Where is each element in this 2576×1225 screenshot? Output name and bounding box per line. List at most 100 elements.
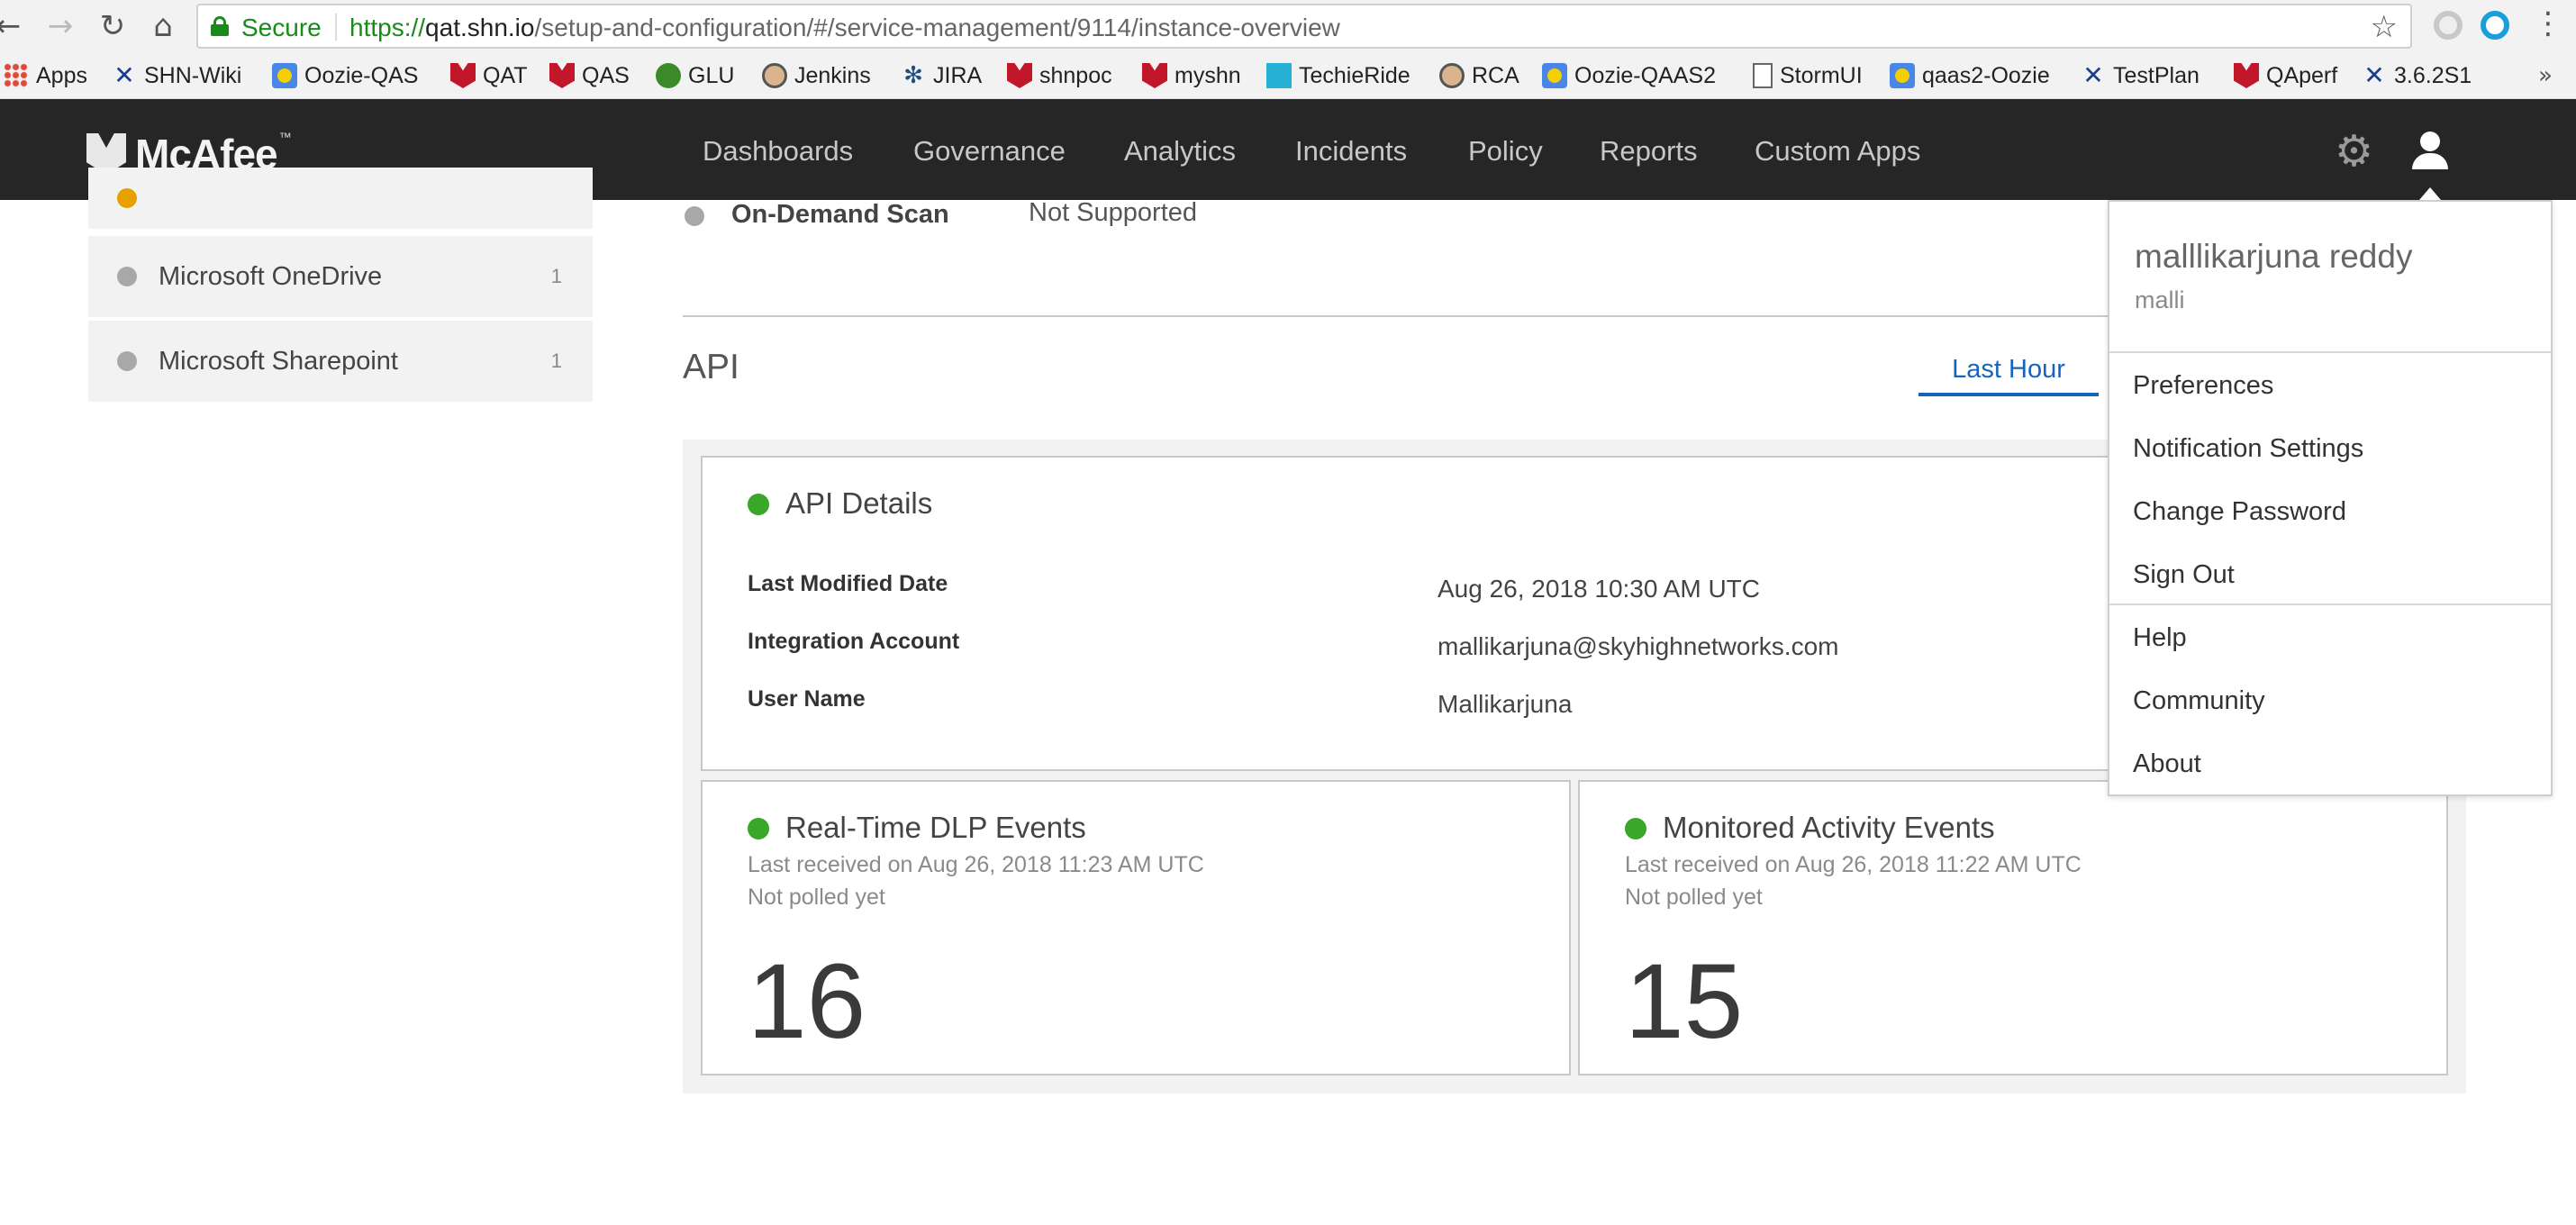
extension-blue-icon[interactable]: [2481, 11, 2509, 40]
bookmark-label: QAT: [483, 62, 528, 88]
nav-analytics[interactable]: Analytics: [1124, 135, 1236, 168]
mcafee-shield-icon: [1007, 63, 1032, 88]
forward-arrow-icon[interactable]: →: [40, 5, 81, 47]
status-dot-icon: [685, 206, 704, 226]
bookmark-rca[interactable]: RCA: [1439, 59, 1519, 92]
menu-change-password[interactable]: Change Password: [2133, 497, 2346, 527]
sidebar-item-onedrive[interactable]: Microsoft OneDrive 1: [88, 236, 593, 317]
url-text[interactable]: https://qat.shn.io/setup-and-configurati…: [349, 14, 1340, 42]
mcafee-shield-icon: [2234, 63, 2259, 88]
menu-sign-out[interactable]: Sign Out: [2133, 560, 2235, 590]
bookmark-label: TestPlan: [2113, 62, 2200, 88]
event-count: 15: [1625, 942, 1744, 1061]
more-bookmarks-icon[interactable]: »: [2538, 59, 2553, 92]
browser-toolbar: ← → ↻ ⌂ Secure https://qat.shn.io/setup-…: [0, 0, 2576, 52]
poll-status-text: Not polled yet: [1625, 885, 1763, 910]
bookmark-oozie-qas[interactable]: Oozie-QAS: [272, 59, 418, 92]
bookmark-oozie-qaas2[interactable]: Oozie-QAAS2: [1542, 59, 1716, 92]
sidebar-item-sharepoint[interactable]: Microsoft Sharepoint 1: [88, 321, 593, 402]
x-tool-icon: ✕: [113, 60, 135, 90]
bookmark-qaperf[interactable]: QAperf: [2234, 59, 2337, 92]
nav-custom-apps[interactable]: Custom Apps: [1755, 135, 1920, 168]
tab-last-hour[interactable]: Last Hour: [1918, 355, 2099, 396]
bookmark-label: qaas2-Oozie: [1922, 62, 2050, 88]
dlp-events-card: Real-Time DLP Events Last received on Au…: [701, 780, 1571, 1075]
bookmark-stormui[interactable]: StormUI: [1753, 59, 1863, 92]
status-dot-icon: [117, 188, 137, 208]
api-section-title: API: [683, 348, 739, 386]
document-icon: [1753, 63, 1773, 88]
browser-menu-icon[interactable]: ⋮: [2533, 5, 2563, 41]
status-dot-icon: [748, 818, 769, 839]
on-demand-scan-value: Not Supported: [1029, 198, 1198, 227]
bookmark-qas[interactable]: QAS: [549, 59, 630, 92]
user-name-label: User Name: [748, 686, 866, 712]
bookmark-label: Jenkins: [794, 62, 871, 88]
bookmark-label: QAS: [582, 62, 630, 88]
user-icon[interactable]: [2410, 132, 2450, 171]
nav-reports[interactable]: Reports: [1600, 135, 1698, 168]
bookmark-label: JIRA: [933, 62, 983, 88]
home-icon[interactable]: ⌂: [142, 5, 184, 47]
bookmark-label: Apps: [36, 62, 87, 88]
poll-status-text: Not polled yet: [748, 885, 885, 910]
bookmark-apps[interactable]: Apps: [4, 59, 87, 92]
back-arrow-icon[interactable]: ←: [0, 5, 29, 47]
bookmark-shn-wiki[interactable]: ✕ SHN-Wiki: [112, 59, 241, 92]
user-menu-caret: [2419, 187, 2441, 200]
gear-icon[interactable]: ⚙: [2335, 130, 2373, 173]
techieride-icon: [1266, 63, 1292, 88]
monitored-events-card: Monitored Activity Events Last received …: [1578, 780, 2448, 1075]
bookmark-jenkins[interactable]: Jenkins: [762, 59, 871, 92]
menu-about[interactable]: About: [2133, 749, 2201, 779]
url-host: qat.shn.io: [425, 14, 535, 41]
menu-community[interactable]: Community: [2133, 686, 2265, 716]
bookmark-shnpoc[interactable]: shnpoc: [1007, 59, 1112, 92]
bookmark-label: GLU: [688, 62, 735, 88]
bookmark-glu[interactable]: GLU: [656, 59, 734, 92]
menu-help[interactable]: Help: [2133, 623, 2187, 653]
bookmark-star-icon[interactable]: ☆: [2371, 9, 2398, 45]
url-separator: [335, 14, 337, 41]
on-demand-scan-label: On-Demand Scan: [731, 200, 949, 229]
address-bar[interactable]: Secure https://qat.shn.io/setup-and-conf…: [196, 4, 2412, 49]
nav-incidents[interactable]: Incidents: [1295, 135, 1407, 168]
reload-icon[interactable]: ↻: [92, 5, 133, 47]
oozie-icon: [1542, 63, 1567, 88]
jenkins-icon: [1439, 63, 1465, 88]
bookmark-label: myshn: [1175, 62, 1241, 88]
nav-policy[interactable]: Policy: [1468, 135, 1543, 168]
bookmark-label: RCA: [1472, 62, 1519, 88]
mcafee-shield-icon: [549, 63, 575, 88]
status-dot-icon: [117, 351, 137, 371]
mcafee-shield-icon: [1142, 63, 1167, 88]
glu-icon: [656, 63, 681, 88]
card-title: API Details: [785, 486, 933, 520]
integration-account-label: Integration Account: [748, 629, 960, 654]
nav-governance[interactable]: Governance: [913, 135, 1066, 168]
last-modified-value: Aug 26, 2018 10:30 AM UTC: [1438, 575, 1760, 603]
event-count: 16: [748, 942, 866, 1061]
secure-label: Secure: [241, 14, 322, 41]
bookmark-myshn[interactable]: myshn: [1142, 59, 1241, 92]
bookmark-jira[interactable]: ✻ JIRA: [901, 59, 982, 92]
oozie-icon: [272, 63, 297, 88]
mcafee-shield-icon: [450, 63, 476, 88]
user-full-name: malllikarjuna reddy: [2135, 238, 2413, 275]
nav-dashboards[interactable]: Dashboards: [703, 135, 853, 168]
bookmark-label: TechieRide: [1299, 62, 1410, 88]
menu-preferences[interactable]: Preferences: [2133, 371, 2273, 401]
bookmark-qat[interactable]: QAT: [450, 59, 528, 92]
card-title: Monitored Activity Events: [1663, 811, 1995, 844]
sidebar-item-label: Microsoft Sharepoint: [159, 346, 398, 376]
menu-notification-settings[interactable]: Notification Settings: [2133, 434, 2363, 464]
bookmark-3-6-2s1[interactable]: ✕ 3.6.2S1: [2362, 59, 2472, 92]
x-tool-icon: ✕: [2082, 60, 2104, 90]
sidebar-item-partial[interactable]: [88, 168, 593, 229]
bookmark-testplan[interactable]: ✕ TestPlan: [2081, 59, 2200, 92]
sidebar-item-count: 1: [550, 349, 562, 372]
extension-gray-icon[interactable]: [2434, 11, 2463, 40]
status-dot-icon: [748, 494, 769, 515]
bookmark-qaas2-oozie[interactable]: qaas2-Oozie: [1890, 59, 2050, 92]
bookmark-techieride[interactable]: TechieRide: [1266, 59, 1410, 92]
